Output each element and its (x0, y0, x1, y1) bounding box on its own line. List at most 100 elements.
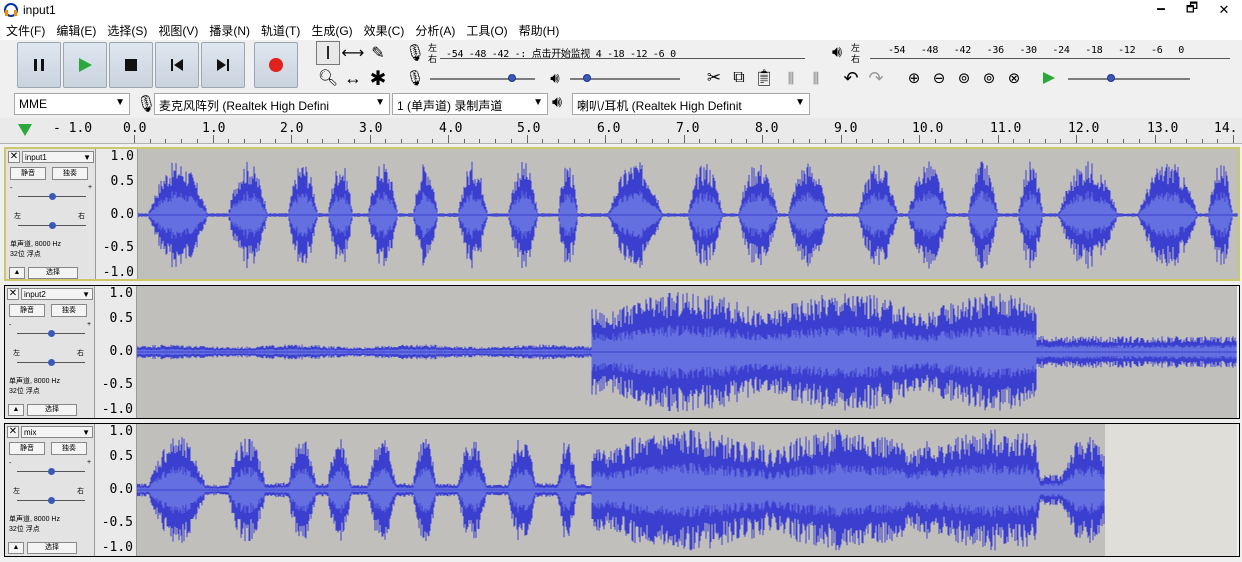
ruler-tick (448, 135, 449, 143)
playback-volume-icon-button: 🔊︎ (543, 66, 567, 90)
mute-button[interactable]: 静音 (9, 304, 45, 317)
playback-device-select[interactable]: 喇叭/耳机 (Realtek High Definit ▼ (572, 93, 810, 115)
multi-tool[interactable]: ✱ (366, 66, 390, 90)
waveform-area[interactable] (136, 286, 1237, 418)
track-input2[interactable]: ✕ input2 ▼ 静音 独奏 - + 左 右 单声道, 8000 Hz 32位… (4, 285, 1240, 419)
play-head-triangle-icon[interactable] (18, 124, 32, 136)
trim-button[interactable]: ⫼ (779, 66, 803, 90)
solo-button[interactable]: 独奏 (52, 167, 88, 180)
select-track-button[interactable]: 选择 (27, 542, 77, 554)
mute-button[interactable]: 静音 (10, 167, 46, 180)
close-track-icon[interactable]: ✕ (7, 288, 19, 300)
undo-button[interactable]: ↶ (839, 66, 863, 90)
timeline-ruler[interactable]: - 1.0 0.0 1.0 2.0 3.0 4.0 5.0 6.0 7.0 8.0 9.0 10.0 1… (0, 118, 1242, 144)
track-input1[interactable]: ✕ input1 ▼ 静音 独奏 - + 左 右 单声道, 8000 Hz 32位… (4, 147, 1240, 281)
ruler-tick (730, 139, 732, 143)
vertical-amplitude-ruler[interactable]: 1.0 0.5 0.0 -0.5 -1.0 (95, 286, 137, 418)
play-at-speed-button[interactable] (1037, 66, 1061, 90)
close-track-icon[interactable]: ✕ (8, 151, 20, 163)
pan-knob[interactable] (48, 497, 55, 504)
playback-meter-button[interactable]: 🔊︎ (825, 41, 849, 65)
skip-start-button[interactable] (155, 42, 199, 88)
menu-file[interactable]: 文件(F) (6, 22, 45, 39)
menu-generate[interactable]: 生成(G) (311, 22, 352, 39)
play-speed-slider[interactable] (1068, 78, 1190, 80)
collapse-track-button[interactable]: ▲ (9, 267, 25, 279)
track-name-menu[interactable]: mix ▼ (21, 426, 93, 438)
solo-button[interactable]: 独奏 (51, 304, 87, 317)
recording-channels-select[interactable]: 1 (单声道) 录制声道 ▼ (392, 93, 548, 115)
select-track-button[interactable]: 选择 (28, 267, 78, 279)
gain-knob[interactable] (49, 193, 56, 200)
zoom-out-button[interactable]: ⊖ (927, 66, 951, 90)
ruler-tick-label: 13.0 (1147, 121, 1179, 136)
menu-select[interactable]: 选择(S) (107, 22, 147, 39)
silence-audio-icon: ⫼ (812, 69, 820, 86)
vertical-amplitude-ruler[interactable]: 1.0 0.5 0.0 -0.5 -1.0 (95, 424, 137, 556)
collapse-track-button[interactable]: ▲ (8, 404, 24, 416)
collapse-track-button[interactable]: ▲ (8, 542, 24, 554)
pause-button[interactable] (17, 42, 61, 88)
copy-button[interactable]: ⧉ (727, 66, 751, 90)
gain-knob[interactable] (48, 468, 55, 475)
record-volume-knob[interactable] (507, 74, 516, 82)
track-name-menu[interactable]: input2 ▼ (21, 288, 93, 300)
zoom-toggle-button[interactable]: ⊗ (1002, 66, 1026, 90)
zoom-tool[interactable]: 🔍︎ (316, 66, 340, 90)
time-shift-tool[interactable]: ↔ (341, 66, 365, 90)
gain-knob[interactable] (48, 330, 55, 337)
fit-selection-button[interactable]: ⊚ (952, 66, 976, 90)
track-mix[interactable]: ✕ mix ▼ 静音 独奏 - + 左 右 单声道, 8000 Hz 32位 浮点… (4, 423, 1240, 557)
vertical-amplitude-ruler[interactable]: 1.0 0.5 0.0 -0.5 -1.0 (96, 149, 138, 280)
stop-button[interactable] (109, 42, 153, 88)
ruler-tick (746, 139, 748, 143)
menu-transport[interactable]: 播录(N) (209, 22, 250, 39)
play-button[interactable] (63, 42, 107, 88)
menu-tracks[interactable]: 轨道(T) (261, 22, 300, 39)
track-control-panel[interactable]: ✕ input1 ▼ 静音 独奏 - + 左 右 单声道, 8000 Hz 32位… (6, 149, 96, 279)
menu-tools[interactable]: 工具(O) (466, 22, 507, 39)
zoom-in-button[interactable]: ⊕ (902, 66, 926, 90)
menu-edit[interactable]: 编辑(E) (56, 22, 96, 39)
menu-effect[interactable]: 效果(C) (364, 22, 405, 39)
draw-tool[interactable]: ✎ (366, 41, 390, 65)
record-button[interactable] (254, 42, 298, 88)
ruler-tick (605, 135, 606, 143)
maximize-button[interactable]: 🗗 (1174, 0, 1210, 20)
ruler-tick (291, 135, 292, 143)
redo-button[interactable]: ↷ (864, 66, 888, 90)
envelope-tool[interactable]: ⟷ (341, 41, 365, 65)
menu-view[interactable]: 视图(V) (158, 22, 198, 39)
track-control-panel[interactable]: ✕ input2 ▼ 静音 独奏 - + 左 右 单声道, 8000 Hz 32位… (5, 286, 95, 418)
silence-button[interactable]: ⫼ (804, 66, 828, 90)
ruler-tick-label: 12.0 (1068, 121, 1100, 136)
solo-button[interactable]: 独奏 (51, 442, 87, 455)
paste-button[interactable]: 📋︎ (752, 66, 776, 90)
ruler-tick-label: 9.0 (834, 121, 858, 136)
selection-tool[interactable]: I (316, 41, 340, 65)
recording-device-select[interactable]: 麦克风阵列 (Realtek High Defini ▼ (154, 93, 390, 115)
play-meter-scale[interactable]: -54 -48 -42 -36 -30 -24 -18 -12 -6 0 (888, 45, 1228, 56)
menu-help[interactable]: 帮助(H) (519, 22, 560, 39)
playback-volume-knob[interactable] (582, 74, 591, 82)
waveform-area[interactable] (137, 149, 1238, 279)
waveform-area[interactable] (136, 424, 1237, 556)
close-window-button[interactable]: ✕ (1206, 0, 1242, 20)
menu-analyze[interactable]: 分析(A) (415, 22, 455, 39)
skip-end-button[interactable] (201, 42, 245, 88)
select-track-button[interactable]: 选择 (27, 404, 77, 416)
fit-project-button[interactable]: ⊚ (977, 66, 1001, 90)
track-name-menu[interactable]: input1 ▼ (22, 151, 94, 163)
mute-button[interactable]: 静音 (9, 442, 45, 455)
audio-host-select[interactable]: MME ▼ (14, 93, 130, 115)
close-track-icon[interactable]: ✕ (7, 426, 19, 438)
zoom-out-icon: ⊖ (932, 70, 946, 87)
pan-knob[interactable] (49, 222, 56, 229)
play-speed-knob[interactable] (1106, 74, 1115, 82)
track-control-panel[interactable]: ✕ mix ▼ 静音 独奏 - + 左 右 单声道, 8000 Hz 32位 浮点… (5, 424, 95, 556)
record-meter-button[interactable]: 🎙︎ (403, 41, 427, 65)
record-volume-slider[interactable] (430, 78, 535, 80)
cut-button[interactable]: ✂ (702, 66, 726, 90)
track-format-info: 单声道, 8000 Hz (9, 516, 60, 523)
pan-knob[interactable] (48, 359, 55, 366)
